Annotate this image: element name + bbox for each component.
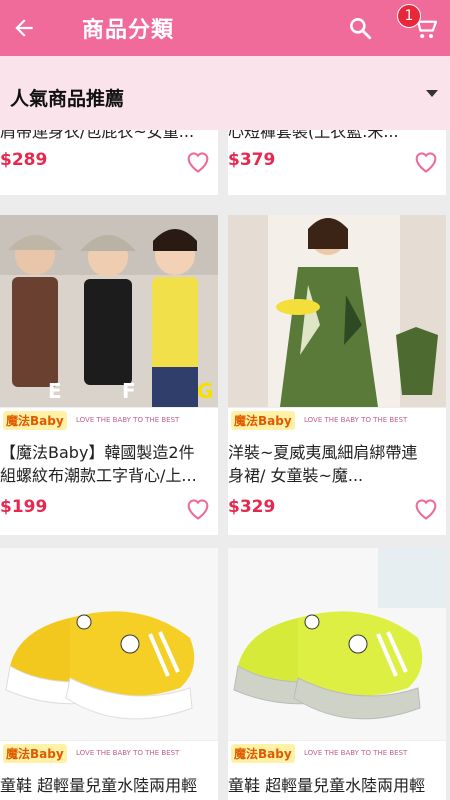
product-card[interactable]: E F G 魔法Baby LOVE THE BABY TO THE BEST 【… [0,215,218,535]
category-selected-label: 人氣商品推薦 [10,87,125,110]
product-grid: 肩帶連身衣/包屁衣~女童... $289 心短褲套裝(上衣藍.米... $379 [0,130,450,800]
category-selector[interactable]: 人氣商品推薦 [0,56,450,130]
product-name: 肩帶連身衣/包屁衣~女童... [0,130,195,141]
product-name-line2: 身裙/ 女童裝~魔... [228,466,364,485]
product-name: 洋裝~夏威夷風細肩綁帶連 [228,443,418,462]
heart-icon[interactable] [412,495,440,521]
green-shoes-photo [228,548,446,740]
brand-tagline: LOVE THE BABY TO THE BEST [304,416,408,424]
product-name: 童鞋 超輕量兒童水陸兩用輕 [228,776,426,795]
product-card[interactable]: 魔法Baby LOVE THE BABY TO THE BEST 童鞋 超輕量兒… [0,548,218,800]
product-card[interactable]: 心短褲套裝(上衣藍.米... $379 [228,130,446,195]
search-button[interactable] [340,8,380,48]
product-card[interactable]: 魔法Baby LOVE THE BABY TO THE BEST 童鞋 超輕量兒… [228,548,446,800]
heart-icon[interactable] [184,148,212,174]
product-price: $199 [0,497,48,517]
back-arrow-icon [15,19,33,37]
heart-icon[interactable] [412,148,440,174]
girl-dress-photo [228,215,446,407]
brand-tagline: LOVE THE BABY TO THE BEST [304,749,408,757]
back-button[interactable] [0,0,48,56]
product-card[interactable]: 魔法Baby LOVE THE BABY TO THE BEST 洋裝~夏威夷風… [228,215,446,535]
brand-tagline: LOVE THE BABY TO THE BEST [76,749,180,757]
product-price: $329 [228,497,276,517]
product-name: 童鞋 超輕量兒童水陸兩用輕 [0,776,198,795]
product-name-line2: 組螺紋布潮款工字背心/上... [0,466,197,485]
dropdown-caret-icon [426,90,438,97]
heart-icon[interactable] [184,495,212,521]
product-image[interactable]: 魔法Baby LOVE THE BABY TO THE BEST [228,548,446,763]
product-image[interactable]: 魔法Baby LOVE THE BABY TO THE BEST [0,548,218,763]
variant-label-e: E [48,379,62,403]
product-name: 心短褲套裝(上衣藍.米... [228,130,399,141]
search-icon [350,18,372,40]
app-bar: 商品分類 1 [0,0,450,56]
product-price: $379 [228,150,276,170]
kids-tanktops-photo [0,215,218,407]
brand-tagline: LOVE THE BABY TO THE BEST [76,416,180,424]
product-name: 【魔法Baby】韓國製造2件 [0,443,195,462]
brand-logo: 魔法Baby [231,411,295,430]
page-title: 商品分類 [82,18,175,43]
product-price: $289 [0,150,48,170]
product-card[interactable]: 肩帶連身衣/包屁衣~女童... $289 [0,130,218,195]
cart-count-badge: 1 [397,4,421,28]
brand-logo: 魔法Baby [231,744,295,763]
product-image[interactable]: E F G 魔法Baby LOVE THE BABY TO THE BEST [0,215,218,430]
variant-label-g: G [197,379,214,403]
variant-label-f: F [122,379,136,403]
yellow-shoes-photo [0,548,218,740]
brand-logo: 魔法Baby [3,744,67,763]
brand-logo: 魔法Baby [3,411,67,430]
product-image[interactable]: 魔法Baby LOVE THE BABY TO THE BEST [228,215,446,430]
